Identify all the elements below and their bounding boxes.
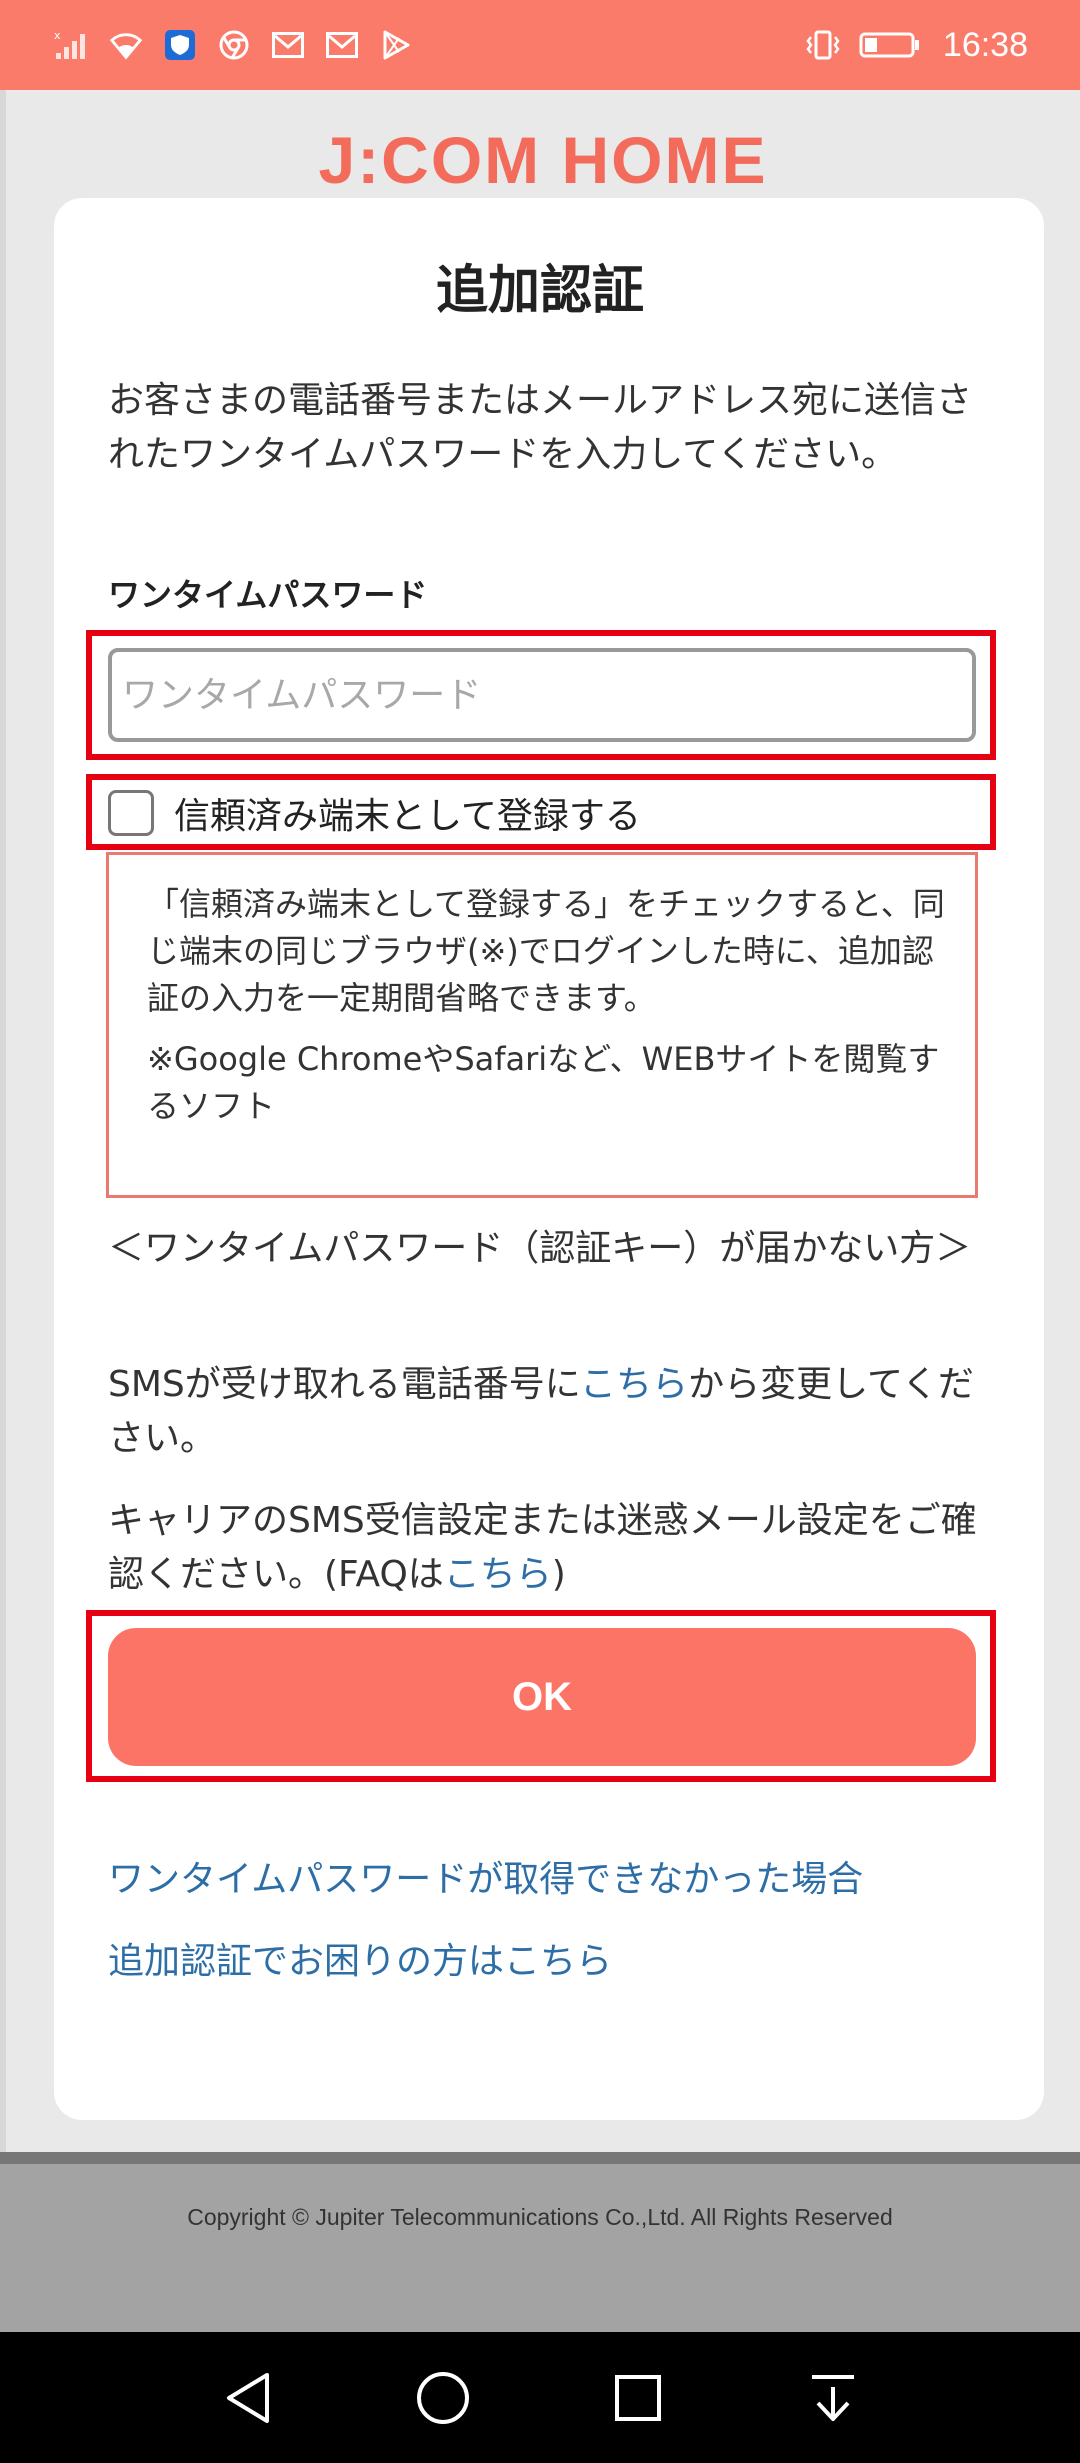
- mail-icon: [270, 29, 306, 61]
- trust-note-box: 「信頼済み端末として登録する」をチェックすると、同じ端末の同じブラウザ(※)でロ…: [106, 852, 978, 1198]
- otp-label: ワンタイムパスワード: [108, 576, 428, 614]
- help-sms-text: SMSが受け取れる電話番号にこちらから変更してください。: [108, 1358, 988, 1466]
- battery-icon: [859, 29, 921, 61]
- chrome-icon: [216, 29, 252, 61]
- back-icon[interactable]: [213, 2363, 283, 2433]
- status-right-icons: 16:38: [805, 26, 1028, 65]
- trust-device-row[interactable]: 信頼済み端末として登録する: [108, 788, 641, 838]
- home-icon[interactable]: [408, 2363, 478, 2433]
- no-otp-link[interactable]: ワンタイムパスワードが取得できなかった場合: [108, 1850, 863, 1902]
- intro-text: お客さまの電話番号またはメールアドレス宛に送信されたワンタイムパスワードを入力し…: [108, 380, 973, 475]
- brand-logo: J:COM HOME: [318, 123, 768, 197]
- status-left-icons: x: [54, 29, 414, 61]
- notification-pull-icon[interactable]: [798, 2363, 868, 2433]
- trust-device-checkbox[interactable]: [108, 790, 154, 836]
- status-bar: x 16:38: [0, 0, 1080, 90]
- play-store-icon: [378, 29, 414, 61]
- change-phone-link[interactable]: こちら: [580, 1364, 688, 1405]
- mail-icon: [324, 29, 360, 61]
- help-carrier-post: ): [551, 1554, 566, 1595]
- shield-app-icon: [162, 29, 198, 61]
- wifi-icon: [108, 29, 144, 61]
- no-signal-icon: x: [54, 29, 90, 61]
- ok-button[interactable]: OK: [108, 1628, 976, 1766]
- help-sms-pre: SMSが受け取れる電話番号に: [108, 1364, 581, 1405]
- trust-note-text: 「信頼済み端末として登録する」をチェックすると、同じ端末の同じブラウザ(※)でロ…: [147, 885, 945, 1017]
- auth-help-link[interactable]: 追加認証でお困りの方はこちら: [108, 1932, 612, 1984]
- help-carrier-text: キャリアのSMS受信設定または迷惑メール設定をご確認ください。(FAQはこちら): [108, 1494, 988, 1602]
- clock: 16:38: [942, 25, 1028, 64]
- otp-input[interactable]: [108, 648, 976, 742]
- copyright-text: Copyright © Jupiter Telecommunications C…: [187, 2204, 893, 2230]
- footer: Copyright © Jupiter Telecommunications C…: [0, 2152, 1080, 2332]
- vibrate-icon: [805, 29, 841, 61]
- trust-note-footnote: ※Google ChromeやSafariなど、WEBサイトを閲覧するソフト: [147, 1040, 940, 1125]
- trust-device-label: 信頼済み端末として登録する: [174, 796, 641, 837]
- help-heading: ＜ワンタイムパスワード（認証キー）が届かない方＞: [108, 1228, 972, 1269]
- recents-icon[interactable]: [603, 2363, 673, 2433]
- faq-link[interactable]: こちら: [444, 1554, 552, 1595]
- svg-text:x: x: [54, 29, 61, 42]
- page-title: 追加認証: [435, 261, 644, 321]
- navigation-bar: [0, 2332, 1080, 2463]
